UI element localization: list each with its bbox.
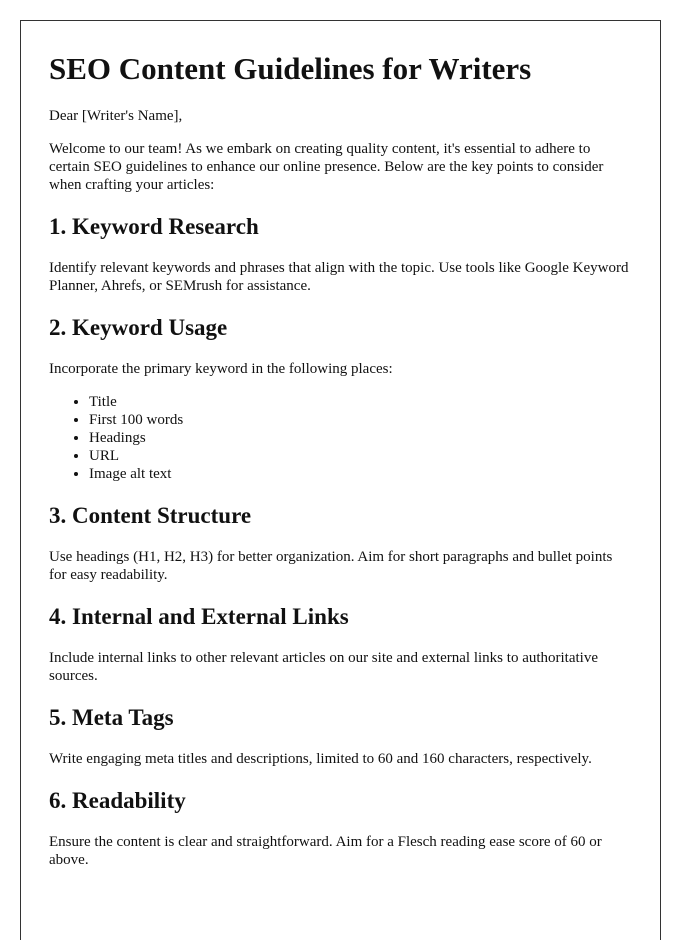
document-title: SEO Content Guidelines for Writers (49, 51, 532, 86)
list-item: Headings (89, 429, 632, 447)
section-heading: 1. Keyword Research (49, 214, 259, 239)
section-heading: 5. Meta Tags (49, 705, 174, 730)
section-links: 4. Internal and External Links Include i… (49, 603, 632, 685)
section-body: Write engaging meta titles and descripti… (49, 751, 592, 767)
section-keyword-research: 1. Keyword Research Identify relevant ke… (49, 213, 632, 295)
list-item: First 100 words (89, 411, 632, 429)
list-item: Title (89, 393, 632, 411)
section-content-structure: 3. Content Structure Use headings (H1, H… (49, 502, 632, 584)
section-body: Use headings (H1, H2, H3) for better org… (49, 549, 613, 583)
keyword-placement-list: Title First 100 words Headings URL Image… (49, 393, 632, 483)
salutation: Dear [Writer's Name], (49, 108, 183, 124)
section-body: Ensure the content is clear and straight… (49, 834, 602, 868)
section-heading: 2. Keyword Usage (49, 315, 228, 340)
document-page: SEO Content Guidelines for Writers Dear … (20, 20, 661, 940)
section-body: Identify relevant keywords and phrases t… (49, 260, 629, 294)
section-body: Incorporate the primary keyword in the f… (49, 361, 393, 377)
intro-paragraph: Welcome to our team! As we embark on cre… (49, 141, 604, 193)
section-body: Include internal links to other relevant… (49, 650, 598, 684)
section-keyword-usage: 2. Keyword Usage Incorporate the primary… (49, 314, 632, 483)
section-heading: 4. Internal and External Links (49, 604, 349, 629)
list-item: Image alt text (89, 465, 632, 483)
section-heading: 6. Readability (49, 788, 186, 813)
section-heading: 3. Content Structure (49, 503, 252, 528)
section-readability: 6. Readability Ensure the content is cle… (49, 787, 632, 869)
list-item: URL (89, 447, 632, 465)
section-meta-tags: 5. Meta Tags Write engaging meta titles … (49, 704, 632, 768)
